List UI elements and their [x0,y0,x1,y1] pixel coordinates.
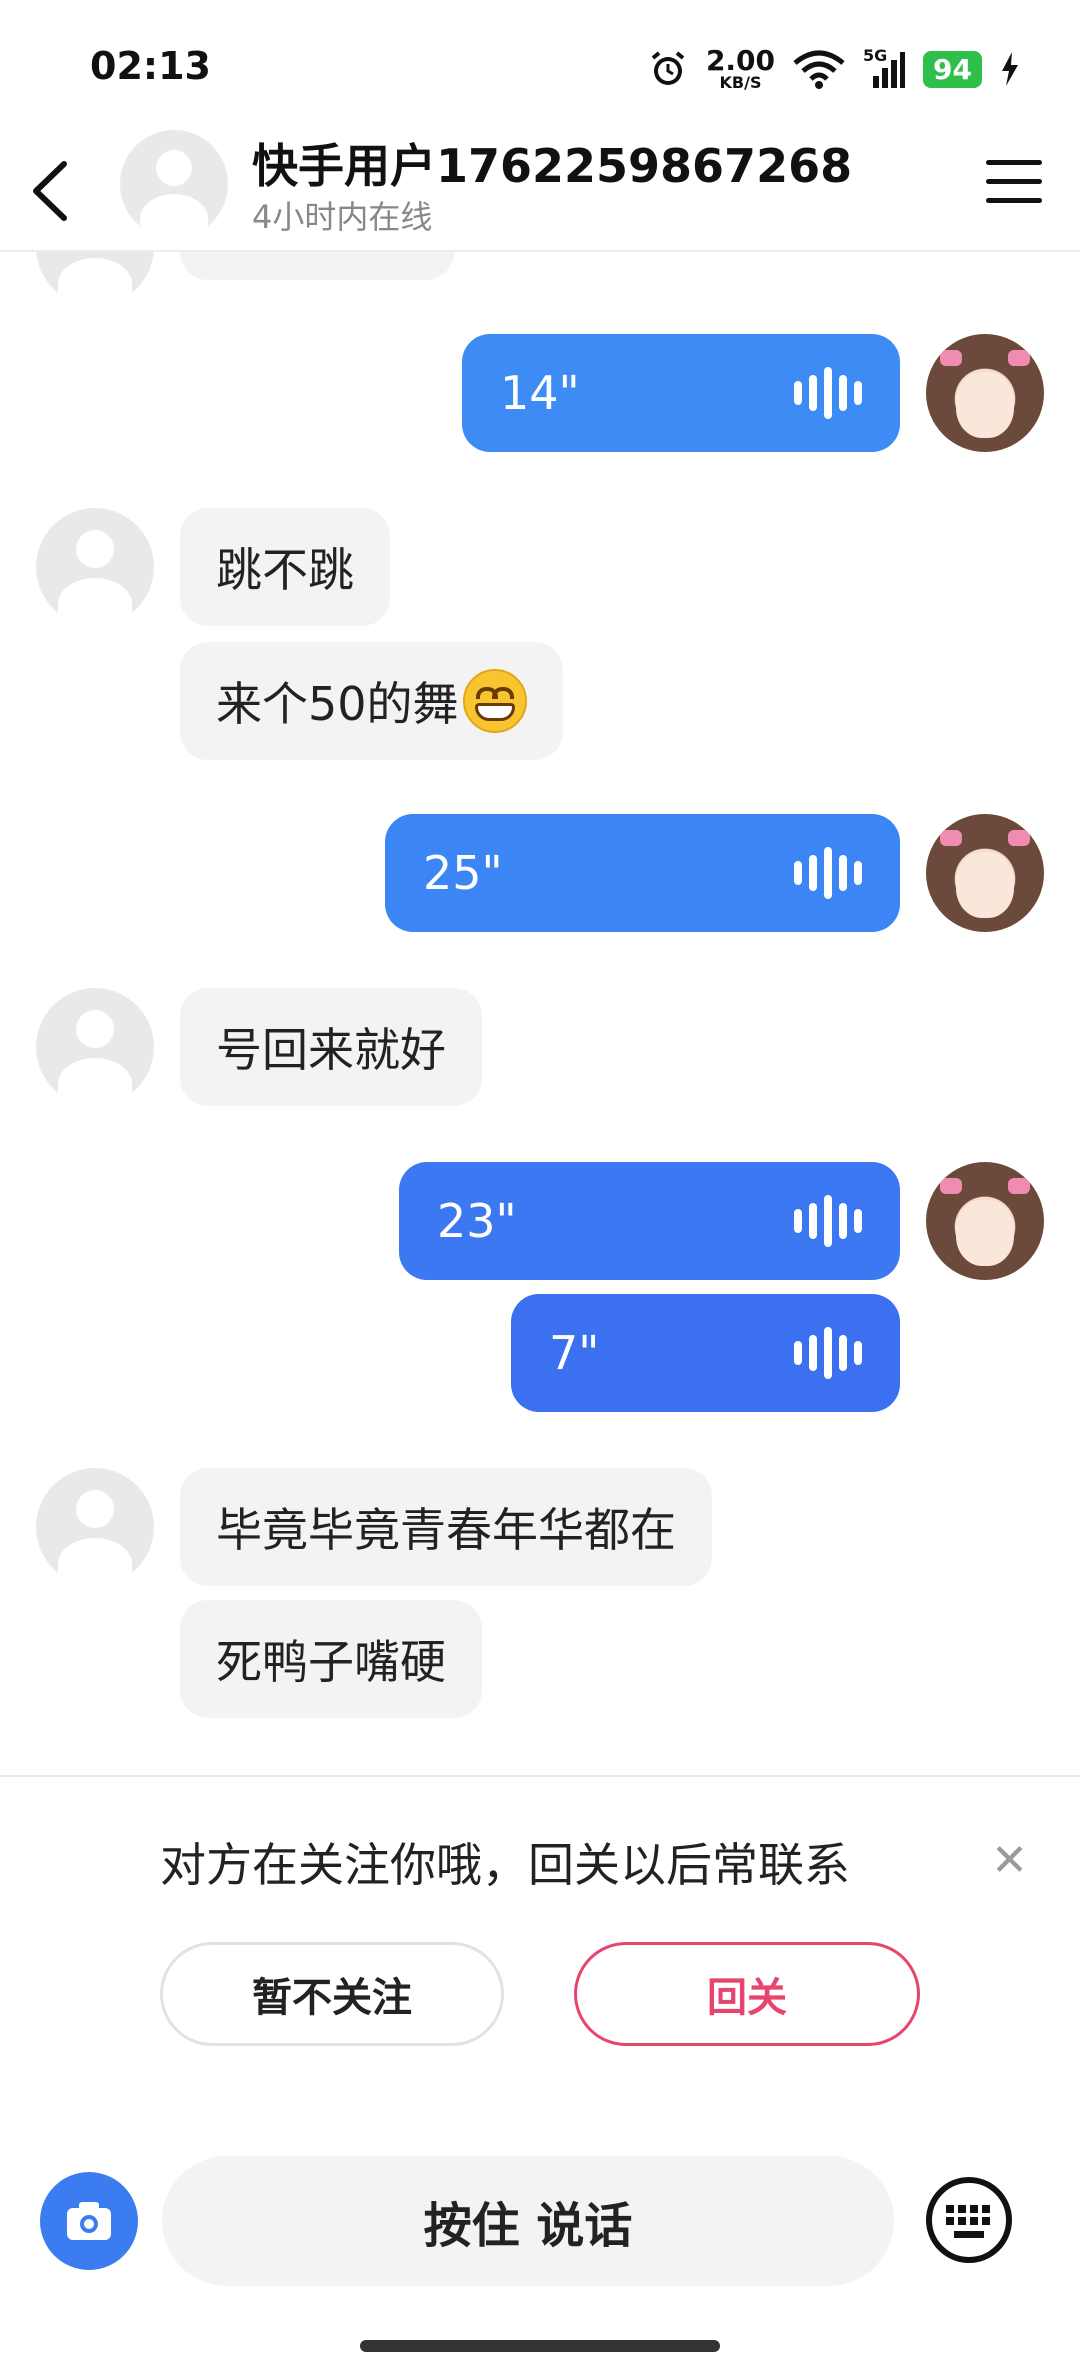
status-bar: 02:13 2.00 KB/S 5G 94 [0,0,1080,130]
voice-message[interactable]: 14" [462,334,900,452]
status-icons: 2.00 KB/S 5G 94 [648,44,1020,94]
decline-follow-button[interactable]: 暂不关注 [160,1942,504,2046]
menu-icon[interactable] [986,160,1042,210]
self-avatar[interactable] [926,814,1044,932]
camera-button[interactable] [40,2172,138,2270]
grin-emoji-icon [462,669,527,733]
keyboard-icon[interactable] [924,2175,1014,2265]
text-message[interactable]: 号回来就好 [180,988,482,1106]
network-speed-value: 2.00 [705,44,776,77]
network-speed: 2.00 KB/S [706,47,775,91]
follow-prompt-text: 对方在关注你哦，回关以后常联系 [160,1838,850,1892]
signal-bars-icon [873,52,906,88]
voice-duration: 14" [500,366,580,420]
voice-wave-icon [794,1195,862,1247]
message-text: 死鸭子嘴硬 [216,1635,446,1689]
contact-avatar[interactable] [36,508,154,626]
contact-avatar[interactable] [36,1468,154,1586]
voice-duration: 23" [437,1194,517,1248]
text-message[interactable]: 跳不跳 [180,508,390,626]
text-message[interactable]: 来个50的舞 [180,642,563,760]
voice-message[interactable]: 25" [385,814,900,932]
online-status: 4小时内在线 [252,198,433,236]
voice-message[interactable]: 7" [511,1294,900,1412]
self-avatar[interactable] [926,334,1044,452]
close-icon[interactable]: ✕ [991,1839,1028,1883]
self-avatar[interactable] [926,1162,1044,1280]
voice-duration: 25" [423,846,503,900]
cellular-signal: 5G [863,46,906,90]
contact-name[interactable]: 快手用户1762259867268 [252,130,852,196]
chat-header: 快手用户1762259867268 4小时内在线 [0,130,1080,252]
status-time: 02:13 [90,44,211,88]
follow-back-button[interactable]: 回关 [574,1942,920,2046]
hold-to-talk-button[interactable]: 按住 说话 [162,2156,894,2286]
voice-wave-icon [794,367,862,419]
charging-icon [1002,52,1018,86]
message-text: 毕竟毕竟青春年华都在 [216,1503,676,1557]
alarm-icon [651,51,685,85]
voice-duration: 7" [549,1326,600,1380]
home-indicator[interactable] [360,2340,720,2352]
voice-wave-icon [794,1327,862,1379]
text-message[interactable]: 毕竟毕竟青春年华都在 [180,1468,712,1586]
voice-wave-icon [794,847,862,899]
contact-avatar[interactable] [120,130,228,238]
battery-level: 94 [923,50,982,88]
message-list[interactable]: 14" 跳不跳 来个50的舞 25" 号回来就好 23" 7" 毕竟毕竟青春年华… [0,250,1080,1775]
message-text: 号回来就好 [216,1023,446,1077]
back-arrow-icon[interactable] [22,156,82,226]
network-speed-unit: KB/S [719,73,762,92]
message-bubble-partial [180,250,454,280]
contact-avatar[interactable] [36,988,154,1106]
follow-back-panel: 对方在关注你哦，回关以后常联系 ✕ 暂不关注 回关 [0,1775,1080,2077]
contact-avatar[interactable] [36,250,154,306]
text-message[interactable]: 死鸭子嘴硬 [180,1600,482,1718]
input-bar: 按住 说话 [0,2140,1080,2290]
voice-message[interactable]: 23" [399,1162,900,1280]
camera-icon [67,2202,111,2240]
wifi-icon [793,50,845,89]
message-text: 来个50的舞 [216,677,459,731]
message-text: 跳不跳 [216,543,354,597]
